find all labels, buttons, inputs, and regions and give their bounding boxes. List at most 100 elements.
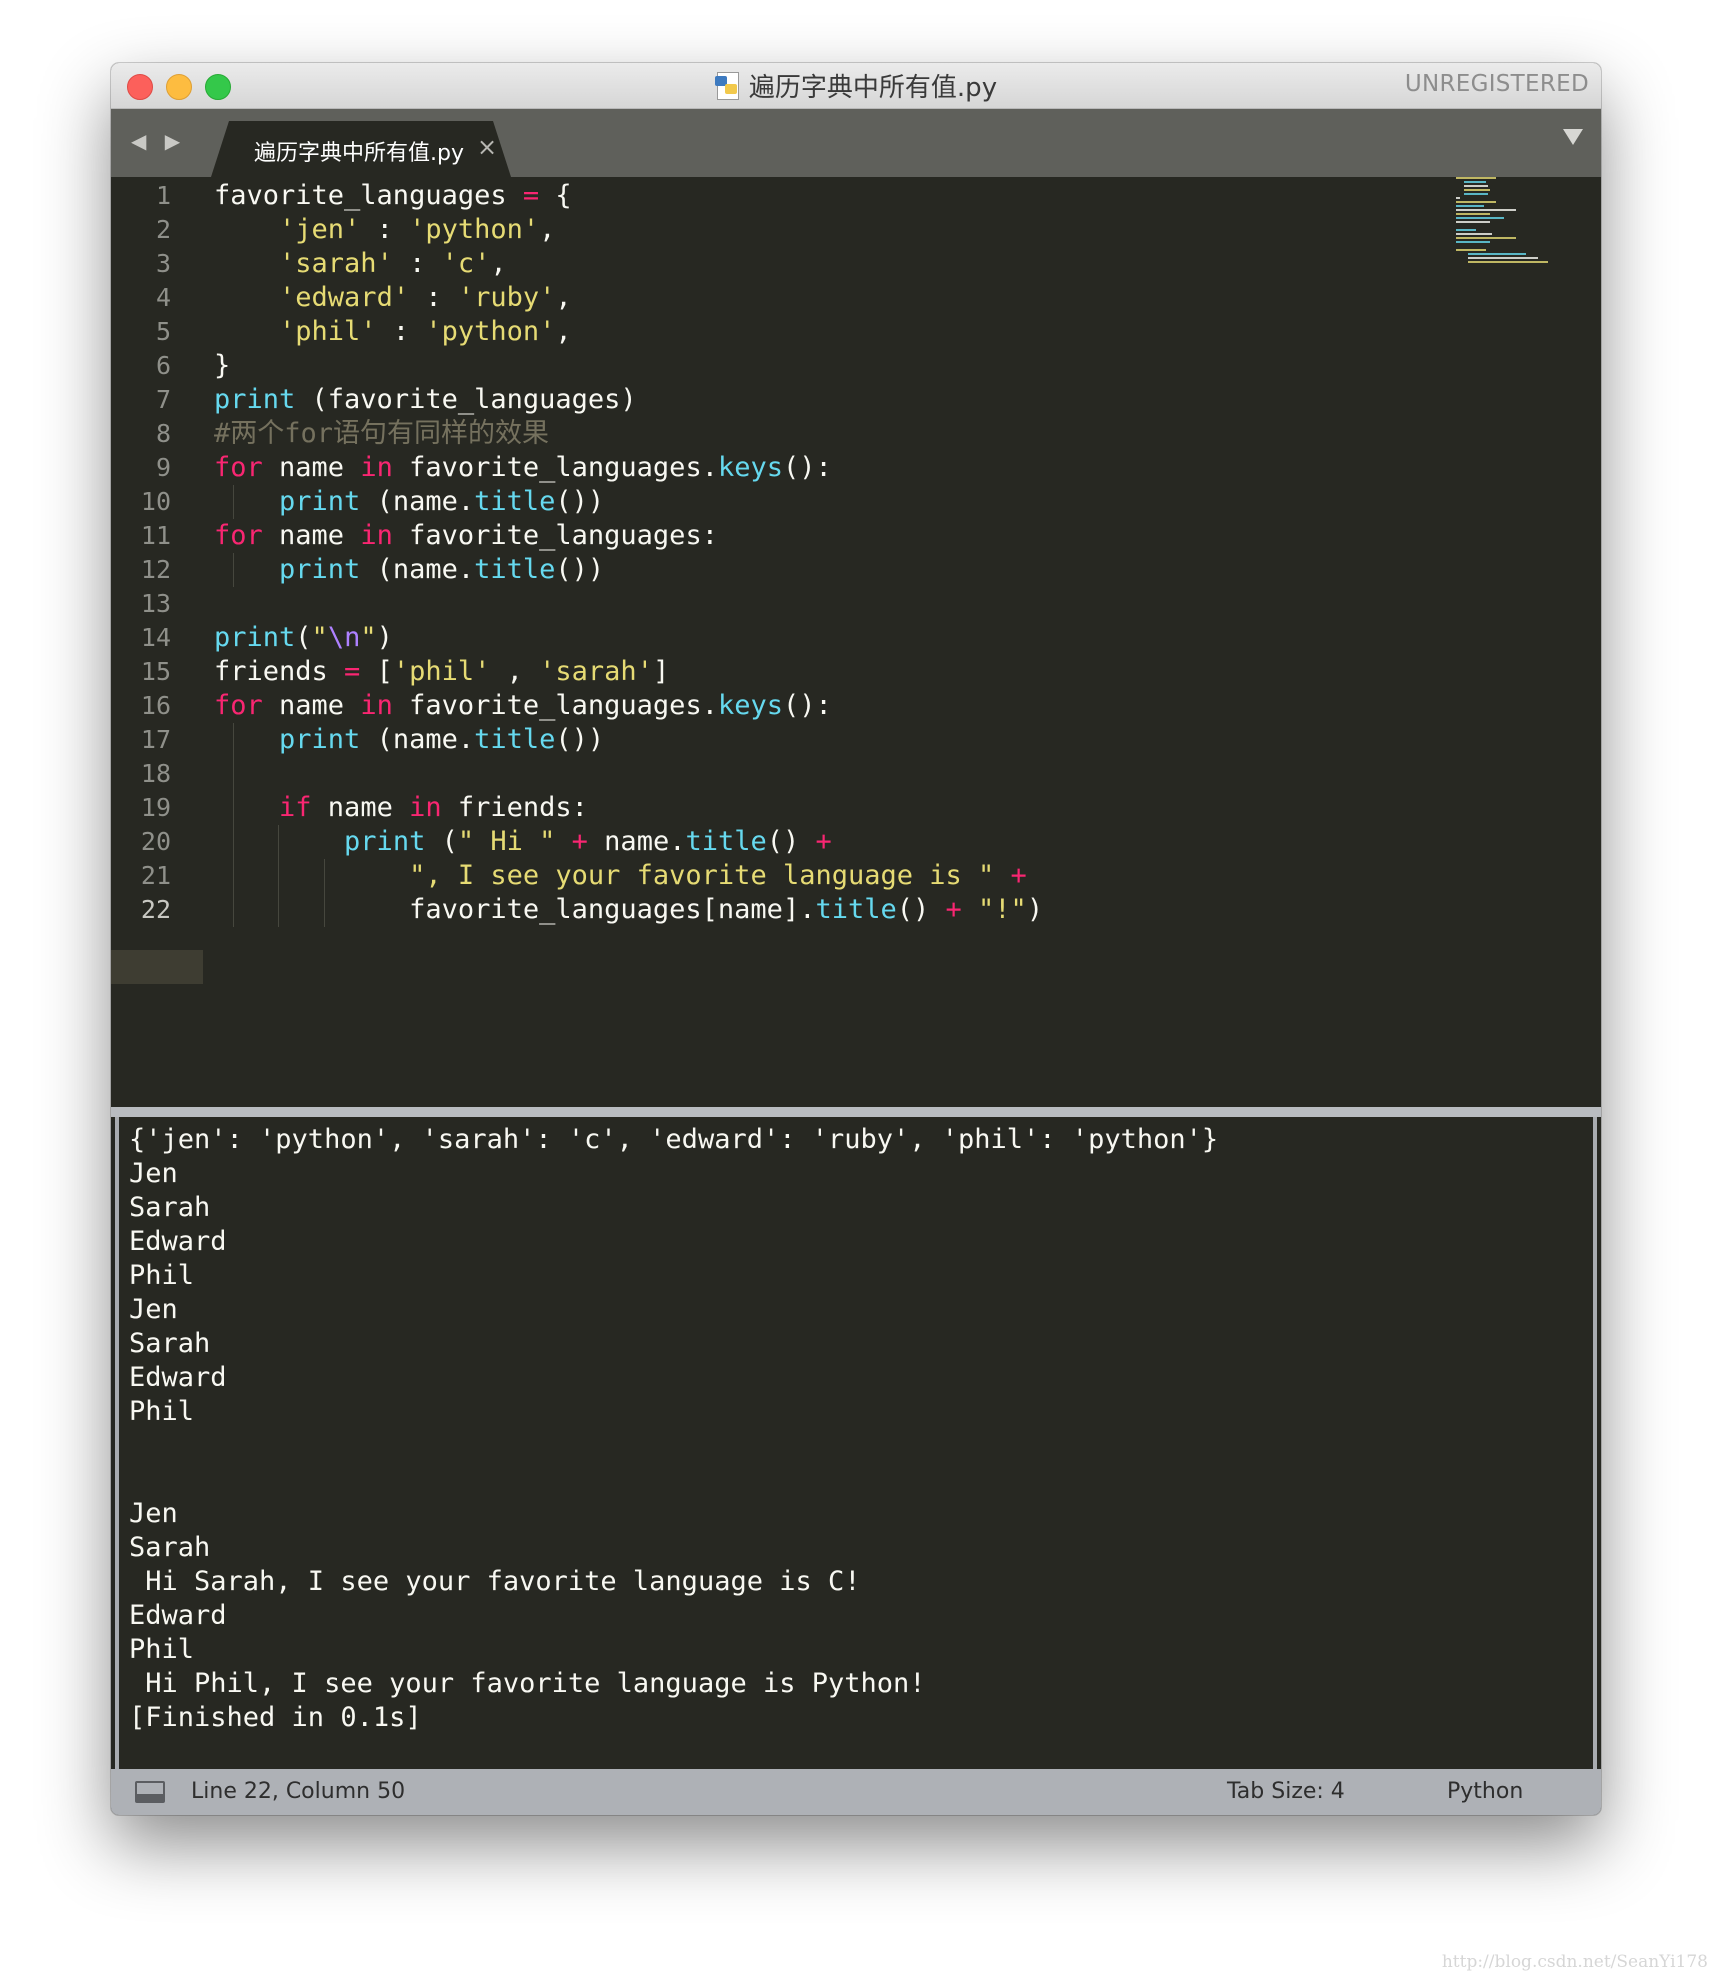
minimap-line (1464, 193, 1488, 195)
code-line[interactable]: ", I see your favorite language is " + (214, 859, 1027, 893)
minimap-line (1456, 249, 1486, 251)
code-line[interactable]: 'phil' : 'python', (214, 315, 572, 349)
code-token: "!" (978, 894, 1027, 925)
code-token: favorite_languages. (392, 690, 718, 721)
code-token: 'phil' (279, 316, 377, 347)
tab-active-file[interactable]: 遍历字典中所有值.py × (211, 121, 511, 177)
code-token: ()) (555, 486, 605, 517)
code-token: = (522, 180, 540, 211)
code-token: 'sarah' (539, 656, 653, 687)
code-token: (): (782, 690, 832, 721)
code-token: for (214, 690, 263, 721)
output-line: Sarah (129, 1532, 211, 1563)
code-line[interactable]: favorite_languages[name].title() + "!") (214, 893, 1043, 927)
code-line[interactable]: } (214, 349, 230, 383)
line-number: 10 (140, 487, 171, 516)
code-token: + (1010, 860, 1027, 891)
code-token: print (214, 384, 296, 415)
code-editor[interactable]: 1 2 3 4 5 6 7 8 9 10 11 12 13 14 15 16 17 18 19 20 21 22 favo… (111, 177, 1601, 1107)
minimap-line (1456, 241, 1490, 243)
line-number: 1 (155, 181, 171, 210)
tab-nav-arrows-icon[interactable]: ◀ ▶ (131, 129, 186, 153)
code-token: (name. (360, 724, 475, 755)
code-token: name (262, 452, 361, 483)
line-number: 12 (140, 555, 171, 584)
tab-label: 遍历字典中所有值.py (254, 141, 464, 166)
code-token: name (262, 520, 361, 551)
code-token: friends: (441, 792, 588, 823)
minimap-line (1456, 205, 1484, 207)
tab-overflow-menu-icon[interactable] (1563, 129, 1583, 145)
code-token: for (214, 520, 263, 551)
output-line: Phil (129, 1634, 195, 1665)
tab-close-icon[interactable]: × (477, 133, 497, 161)
code-token: ] (652, 656, 670, 687)
output-panel-divider[interactable] (111, 1107, 1601, 1117)
code-token: print (344, 826, 426, 857)
minimap-line (1456, 233, 1492, 235)
code-line[interactable]: 'jen' : 'python', (214, 213, 555, 247)
output-line: Edward (129, 1362, 227, 1393)
code-token: + (815, 826, 832, 857)
code-token: keys (717, 452, 783, 483)
line-number: 7 (155, 385, 171, 414)
code-line[interactable]: print("\n") (214, 621, 393, 655)
code-token: favorite_languages: (392, 520, 718, 551)
line-number: 21 (140, 861, 171, 890)
code-token: \n (327, 622, 361, 653)
code-token: print (214, 622, 296, 653)
code-token: " Hi " (457, 826, 556, 857)
code-line[interactable]: for name in favorite_languages.keys(): (214, 451, 832, 485)
code-token: title (815, 894, 897, 925)
code-token: name (311, 792, 410, 823)
code-token: 'c' (441, 248, 491, 279)
toggle-panel-icon[interactable] (135, 1781, 165, 1803)
code-line[interactable]: print (" Hi " + name.title() + (214, 825, 832, 859)
minimap-line (1456, 177, 1496, 179)
tab-size-selector[interactable]: Tab Size: 4 (1227, 1779, 1345, 1804)
minimap-line (1468, 261, 1548, 263)
line-number: 13 (140, 589, 171, 618)
code-line[interactable]: print (name.title()) (214, 553, 604, 587)
code-line[interactable]: print (favorite_languages) (214, 383, 637, 417)
line-number: 17 (140, 725, 171, 754)
code-token: + (571, 826, 588, 857)
syntax-selector[interactable]: Python (1447, 1779, 1523, 1804)
line-number: 14 (140, 623, 171, 652)
code-token: ) (1026, 894, 1044, 925)
code-line[interactable]: print (name.title()) (214, 485, 604, 519)
code-token: 'sarah' (279, 248, 393, 279)
code-token: friends (214, 656, 345, 687)
code-line[interactable]: for name in favorite_languages.keys(): (214, 689, 832, 723)
code-token: 'ruby' (457, 282, 556, 313)
line-number: 16 (140, 691, 171, 720)
code-token: title (685, 826, 767, 857)
code-line[interactable]: if name in friends: (214, 791, 588, 825)
code-line[interactable]: #两个for语句有同样的效果 (214, 417, 549, 451)
code-token: , (539, 214, 556, 245)
code-line[interactable]: for name in favorite_languages: (214, 519, 718, 553)
code-token: (name. (360, 486, 475, 517)
indent-guide (233, 723, 234, 927)
code-token: #两个for语句有同样的效果 (214, 418, 550, 449)
code-line[interactable]: favorite_languages = { (214, 179, 572, 213)
code-token: 'python' (425, 316, 556, 347)
code-line[interactable]: print (name.title()) (214, 723, 604, 757)
build-output-panel[interactable]: {'jen': 'python', 'sarah': 'c', 'edward'… (115, 1117, 1597, 1769)
minimap-line (1456, 229, 1476, 231)
code-token: = (344, 656, 361, 687)
code-token: print (279, 724, 361, 755)
code-line[interactable]: 'sarah' : 'c', (214, 247, 507, 281)
code-token: title (474, 486, 556, 517)
minimap[interactable] (1456, 177, 1566, 277)
code-token: if (279, 792, 312, 823)
output-line: Hi Phil, I see your favorite language is… (129, 1668, 926, 1699)
code-line[interactable]: 'edward' : 'ruby', (214, 281, 572, 315)
watermark-text: http://blog.csdn.net/SeanYi178 (1441, 1952, 1708, 1972)
code-line[interactable]: friends = ['phil' , 'sarah'] (214, 655, 669, 689)
minimap-line (1456, 221, 1490, 223)
